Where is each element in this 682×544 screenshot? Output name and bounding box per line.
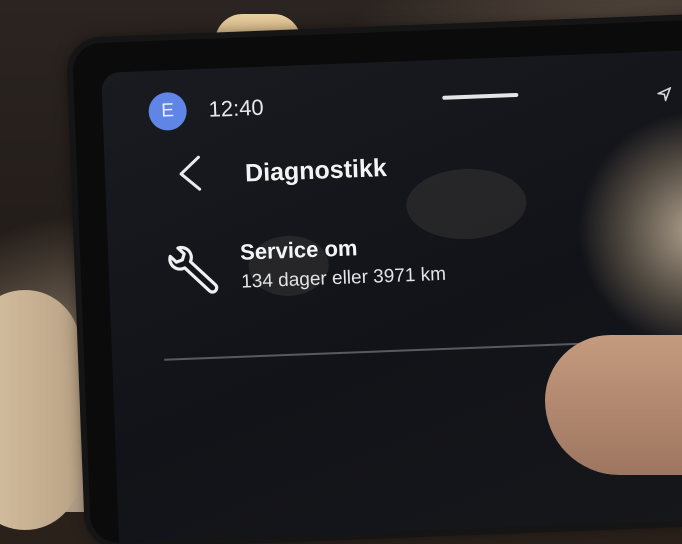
profile-avatar[interactable]: E: [147, 91, 188, 132]
pull-down-handle[interactable]: [442, 92, 519, 100]
hand-left: [0, 290, 80, 530]
service-title: Service om: [239, 235, 358, 265]
navigation-arrow-icon: [655, 86, 672, 104]
chevron-left-icon: [179, 155, 202, 191]
wrench-icon: [168, 245, 219, 294]
clock: 12:40: [208, 94, 265, 122]
page-title: Diagnostikk: [244, 154, 388, 188]
service-detail: 134 dager eller 3971 km: [240, 263, 447, 293]
avatar-letter: E: [160, 100, 175, 122]
back-button[interactable]: [172, 153, 208, 194]
status-bar: E 12:40: [101, 49, 682, 132]
